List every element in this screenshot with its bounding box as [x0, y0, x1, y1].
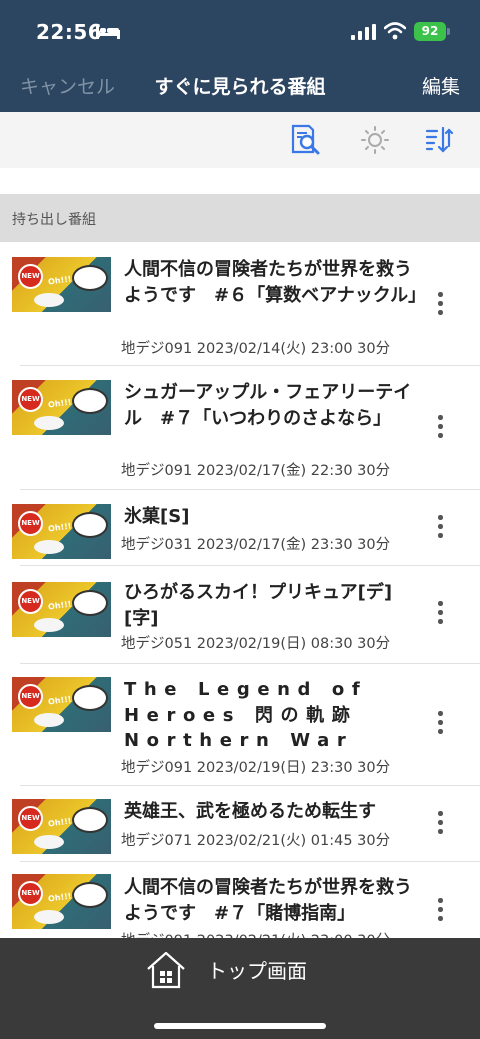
program-thumbnail: Oh!!! NEW: [12, 874, 111, 929]
program-list[interactable]: Oh!!! NEW 人間不信の冒険者たちが世界を救うようです #６「算数ベアナッ…: [0, 242, 480, 938]
brightness-icon: [361, 126, 389, 154]
new-badge: NEW: [18, 589, 43, 614]
program-row[interactable]: Oh!!! NEW ひろがるスカイ！プリキュア[デ][字] 地デジ051 202…: [0, 565, 480, 664]
program-row[interactable]: Oh!!! NEW The Legend of Heroes 閃の軌跡 Nort…: [0, 663, 480, 786]
program-meta: 地デジ091 2023/02/14(火) 23:00 30分: [121, 341, 391, 357]
program-title: 氷菓[S]: [124, 506, 190, 527]
sort-button[interactable]: [421, 122, 457, 158]
program-row[interactable]: Oh!!! NEW 人間不信の冒険者たちが世界を救うようです #６「算数ベアナッ…: [0, 242, 480, 366]
new-badge: NEW: [18, 264, 43, 289]
toolbar: [0, 112, 480, 168]
program-row[interactable]: Oh!!! NEW 英雄王、武を極めるため転生す 地デジ071 2023/02/…: [0, 785, 480, 862]
more-options-button[interactable]: [430, 512, 450, 542]
bottom-bar: トップ画面: [0, 938, 480, 1039]
more-options-button[interactable]: [430, 808, 450, 838]
wifi-icon: [384, 22, 406, 40]
section-header: 持ち出し番組: [0, 194, 480, 242]
home-indicator: [154, 1023, 326, 1029]
program-meta: 地デジ051 2023/02/19(日) 08:30 30分: [121, 636, 391, 652]
program-thumbnail: Oh!!! NEW: [12, 380, 111, 435]
new-badge: NEW: [18, 684, 43, 709]
sleep-mode-icon: [96, 25, 120, 39]
more-options-button[interactable]: [430, 412, 450, 442]
battery-cap: [447, 28, 450, 35]
edit-button[interactable]: 編集: [422, 72, 460, 99]
program-title: シュガーアップル・フェアリーテイル #７「いつわりのさよなら」: [124, 382, 412, 429]
program-thumbnail: Oh!!! NEW: [12, 799, 111, 854]
home-icon[interactable]: [144, 948, 188, 992]
program-title: 英雄王、武を極めるため転生す: [124, 801, 376, 822]
program-thumbnail: Oh!!! NEW: [12, 677, 111, 732]
home-button-label[interactable]: トップ画面: [207, 955, 307, 984]
cellular-signal-icon: [351, 24, 376, 40]
new-badge: NEW: [18, 387, 43, 412]
app-header: 22:56 92 キャンセル すぐに見られる番組 編集: [0, 0, 480, 112]
program-meta: 地デジ091 2023/02/21(火) 23:00 30分: [121, 929, 390, 938]
program-row[interactable]: Oh!!! NEW シュガーアップル・フェアリーテイル #７「いつわりのさよなら…: [0, 365, 480, 490]
more-options-button[interactable]: [430, 598, 450, 628]
program-title: 人間不信の冒険者たちが世界を救うようです #７「賭博指南」: [124, 877, 412, 924]
brightness-button[interactable]: [357, 122, 393, 158]
program-thumbnail: Oh!!! NEW: [12, 504, 111, 559]
more-options-button[interactable]: [430, 895, 450, 925]
program-thumbnail: Oh!!! NEW: [12, 257, 111, 312]
program-meta: 地デジ091 2023/02/17(金) 22:30 30分: [121, 463, 391, 479]
new-badge: NEW: [18, 806, 43, 831]
program-thumbnail: Oh!!! NEW: [12, 582, 111, 637]
program-row[interactable]: Oh!!! NEW 氷菓[S] 地デジ031 2023/02/17(金) 23:…: [0, 489, 480, 566]
program-meta: 地デジ071 2023/02/21(火) 01:45 30分: [121, 833, 391, 849]
new-badge: NEW: [18, 881, 43, 906]
program-title: The Legend of Heroes 閃の軌跡 Northern War: [124, 679, 368, 751]
search-document-button[interactable]: [287, 122, 323, 158]
search-document-icon: [291, 124, 320, 155]
program-meta: 地デジ031 2023/02/17(金) 23:30 30分: [121, 537, 391, 553]
program-row[interactable]: Oh!!! NEW 人間不信の冒険者たちが世界を救うようです #７「賭博指南」 …: [0, 861, 480, 938]
program-title: ひろがるスカイ！プリキュア[デ][字]: [124, 582, 393, 629]
sort-icon: [425, 126, 454, 153]
status-time: 22:56: [36, 20, 103, 44]
section-title: 持ち出し番組: [12, 212, 96, 228]
battery-level: 92: [421, 24, 439, 38]
battery-indicator: 92: [414, 22, 446, 41]
cancel-button[interactable]: キャンセル: [20, 72, 115, 99]
more-options-button[interactable]: [430, 708, 450, 738]
program-title: 人間不信の冒険者たちが世界を救うようです #６「算数ベアナックル」: [124, 259, 427, 306]
new-badge: NEW: [18, 511, 43, 536]
program-meta: 地デジ091 2023/02/19(日) 23:30 30分: [121, 760, 391, 776]
more-options-button[interactable]: [430, 289, 450, 319]
